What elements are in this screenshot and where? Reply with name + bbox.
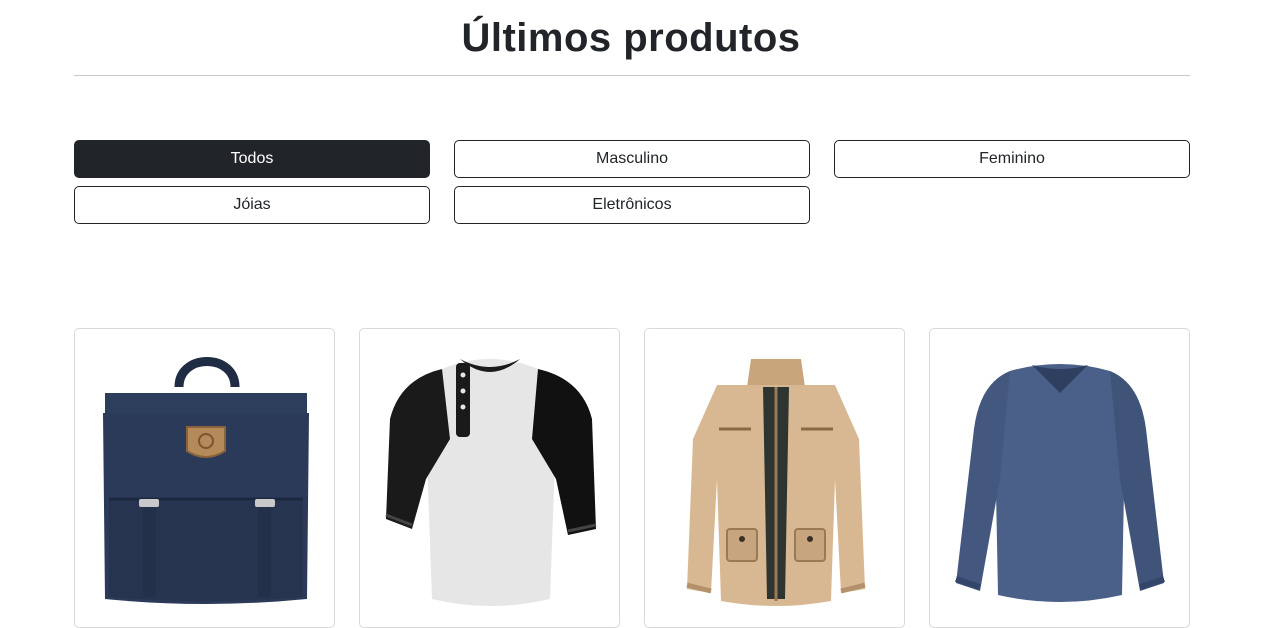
filter-button-joias[interactable]: Jóias [74,186,430,224]
filter-button-eletronicos[interactable]: Eletrônicos [454,186,810,224]
product-card[interactable] [359,328,620,628]
title-divider [74,75,1190,76]
filter-button-feminino[interactable]: Feminino [834,140,1190,178]
product-card[interactable] [929,328,1190,628]
backpack-image [103,357,309,604]
long-sleeve-shirt-image [955,364,1165,602]
product-card[interactable] [74,328,335,628]
filter-button-todos[interactable]: Todos [74,140,430,178]
jacket-image [686,359,866,606]
henley-shirt-image [385,359,597,606]
product-card[interactable] [644,328,905,628]
page-title: Últimos produtos [461,16,801,60]
filter-button-masculino[interactable]: Masculino [454,140,810,178]
